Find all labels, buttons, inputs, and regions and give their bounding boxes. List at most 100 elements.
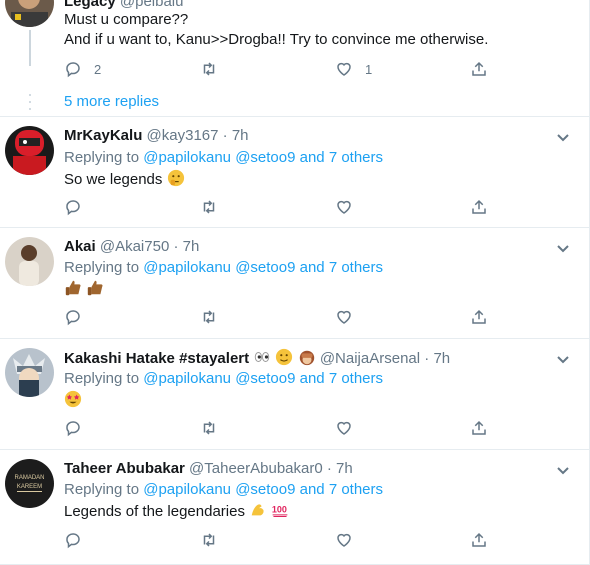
mention-link[interactable]: @papilokanu <box>143 259 231 276</box>
like-button[interactable]: 1 <box>335 59 372 79</box>
thinking-face-icon <box>167 169 184 187</box>
tweet-mrkaykalu[interactable]: MrKayKalu @kay3167 · 7h Replying to @pap… <box>0 117 589 228</box>
chevron-down-icon[interactable] <box>553 127 573 147</box>
heart-icon <box>337 533 351 547</box>
share-button[interactable] <box>470 197 488 217</box>
reply-button[interactable] <box>64 197 82 217</box>
mention-link[interactable]: @setoo9 <box>235 370 295 387</box>
replying-to: Replying to @papilokanu @setoo9 and 7 ot… <box>64 258 383 278</box>
display-name[interactable]: Akai <box>64 238 96 255</box>
share-button[interactable] <box>470 530 488 550</box>
like-button[interactable] <box>335 197 353 217</box>
retweet-icon <box>203 533 215 547</box>
like-button[interactable] <box>335 418 353 438</box>
hundred-points-icon: 100 <box>272 504 288 518</box>
others-link[interactable]: and 7 others <box>300 259 383 276</box>
face-icon <box>276 348 293 366</box>
reply-icon <box>66 62 80 78</box>
display-name[interactable]: Kakashi Hatake #stayalert <box>64 350 249 367</box>
user-handle[interactable]: @pelbalu <box>120 0 184 10</box>
tweet-taheer[interactable]: RAMADAN KAREEM Taheer Abubakar @TaheerAb… <box>0 450 589 565</box>
flexed-biceps-icon <box>251 504 264 516</box>
reply-button[interactable] <box>64 418 82 438</box>
tweet-header: Akai @Akai750 · 7h <box>64 237 199 257</box>
replying-label: Replying to <box>64 481 140 498</box>
heart-icon <box>337 421 351 435</box>
avatar[interactable] <box>5 348 54 397</box>
more-replies-link[interactable]: 5 more replies <box>64 92 159 112</box>
tweet-header: Kakashi Hatake #stayalert @NaijaArsenal … <box>64 348 450 369</box>
mention-link[interactable]: @papilokanu <box>143 370 231 387</box>
svg-text:100: 100 <box>272 504 287 514</box>
chevron-down-icon[interactable] <box>553 238 573 258</box>
reply-button[interactable]: 2 <box>64 59 101 79</box>
replying-label: Replying to <box>64 149 140 166</box>
timestamp[interactable]: 7h <box>183 238 200 255</box>
tweet-kakashi[interactable]: Kakashi Hatake #stayalert @NaijaArsenal … <box>0 339 589 450</box>
display-name[interactable]: Legacy <box>64 0 116 10</box>
thumbs-up-icon <box>87 280 103 296</box>
others-link[interactable]: and 7 others <box>300 481 383 498</box>
user-handle[interactable]: @NaijaArsenal <box>320 350 420 367</box>
share-icon <box>472 309 486 324</box>
others-link[interactable]: and 7 others <box>300 149 383 166</box>
share-icon <box>472 199 486 214</box>
timestamp[interactable]: 7h <box>232 127 249 144</box>
tweet-text <box>64 390 82 411</box>
separator-dot: · <box>173 238 179 255</box>
replying-label: Replying to <box>64 259 140 276</box>
display-name[interactable]: Taheer Abubakar <box>64 460 185 477</box>
mention-link[interactable]: @setoo9 <box>235 481 295 498</box>
mention-link[interactable]: @papilokanu <box>143 149 231 166</box>
avatar[interactable] <box>5 0 54 27</box>
avatar[interactable] <box>5 126 54 175</box>
avatar[interactable] <box>5 237 54 286</box>
retweet-button[interactable] <box>200 307 218 327</box>
retweet-icon <box>203 200 215 214</box>
reply-button[interactable] <box>64 307 82 327</box>
timestamp[interactable]: 7h <box>336 460 353 477</box>
like-button[interactable] <box>335 307 353 327</box>
retweet-button[interactable] <box>200 530 218 550</box>
heart-icon <box>337 310 351 324</box>
like-button[interactable] <box>335 530 353 550</box>
share-icon <box>472 532 486 547</box>
tweet-text: So we legends <box>64 169 185 190</box>
user-handle[interactable]: @TaheerAbubakar0 <box>189 460 323 477</box>
retweet-button[interactable] <box>200 197 218 217</box>
retweet-button[interactable] <box>200 59 218 79</box>
tweet-text <box>64 279 104 300</box>
chevron-down-icon[interactable] <box>553 460 573 480</box>
thumbs-up-icon <box>65 280 81 296</box>
see-no-evil-monkey-icon <box>299 350 314 366</box>
like-count: 1 <box>365 61 373 77</box>
tweet-actions <box>64 197 494 217</box>
share-button[interactable] <box>470 59 488 79</box>
display-name[interactable]: MrKayKalu <box>64 127 142 144</box>
reply-button[interactable] <box>64 530 82 550</box>
timestamp[interactable]: 7h <box>433 350 450 367</box>
tweet-actions: 2 1 <box>64 59 494 79</box>
reply-icon <box>66 533 80 549</box>
user-handle[interactable]: @Akai750 <box>100 238 169 255</box>
avatar[interactable]: RAMADAN KAREEM <box>5 459 54 508</box>
reply-count: 2 <box>94 61 102 77</box>
share-button[interactable] <box>470 418 488 438</box>
mention-link[interactable]: @papilokanu <box>143 481 231 498</box>
star-struck-icon <box>64 390 82 408</box>
share-icon <box>472 420 486 435</box>
others-link[interactable]: and 7 others <box>300 370 383 387</box>
chevron-down-icon[interactable] <box>553 349 573 369</box>
retweet-icon <box>203 310 215 324</box>
mention-link[interactable]: @setoo9 <box>235 149 295 166</box>
separator-dot: · <box>326 460 332 477</box>
retweet-button[interactable] <box>200 418 218 438</box>
retweet-icon <box>203 62 215 76</box>
user-handle[interactable]: @kay3167 <box>147 127 219 144</box>
heart-icon <box>337 200 351 214</box>
mention-link[interactable]: @setoo9 <box>235 259 295 276</box>
tweet-akai[interactable]: Akai @Akai750 · 7h Replying to @papiloka… <box>0 228 589 339</box>
thread-dots-icon <box>29 94 31 110</box>
tweet-header: Taheer Abubakar @TaheerAbubakar0 · 7h <box>64 459 353 479</box>
share-button[interactable] <box>470 307 488 327</box>
